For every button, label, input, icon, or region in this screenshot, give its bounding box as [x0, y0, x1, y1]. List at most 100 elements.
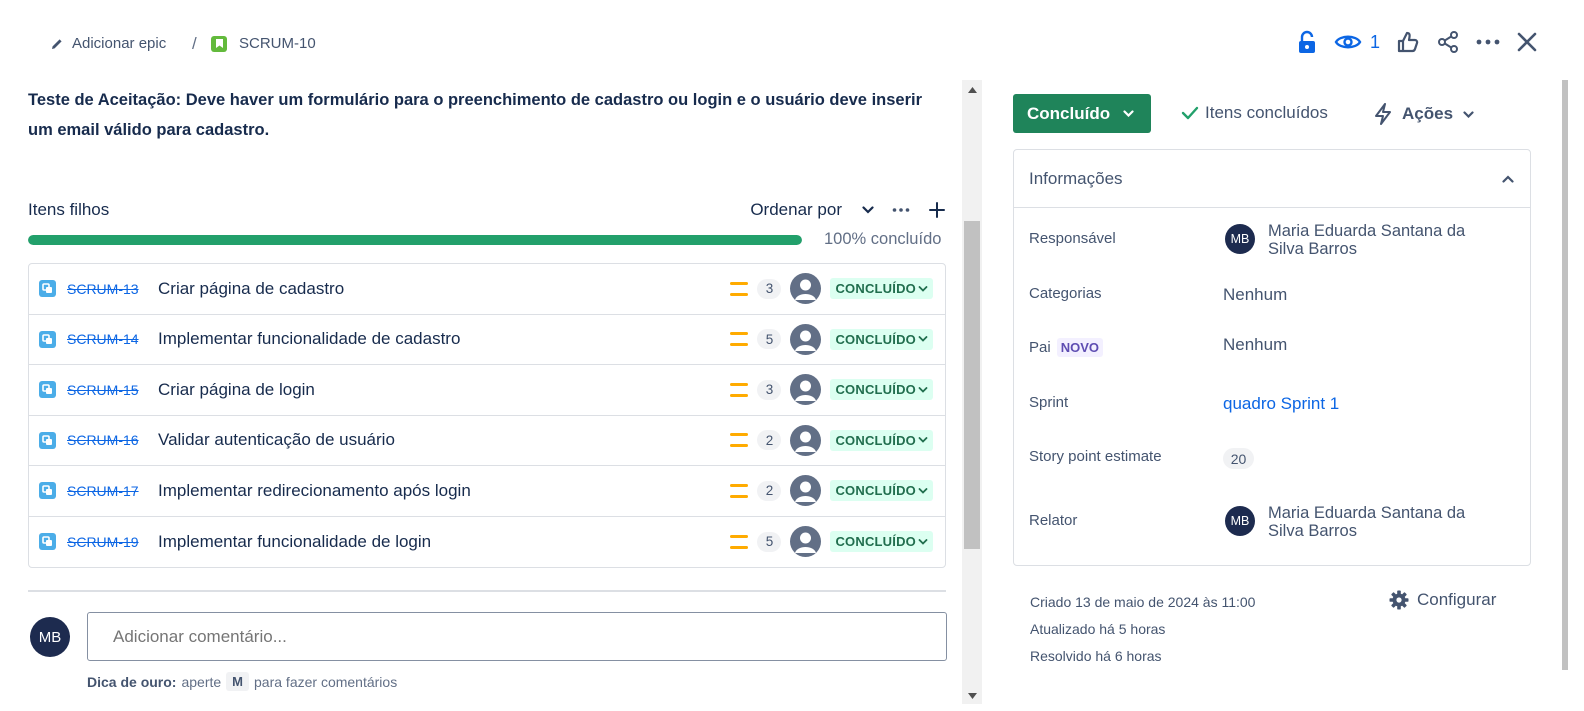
- list-item[interactable]: SCRUM-15 Criar página de login 3 CONCLUÍDO: [29, 365, 945, 416]
- close-button[interactable]: [1516, 31, 1538, 53]
- details-card-header[interactable]: Informações: [1014, 150, 1530, 208]
- breadcrumb-separator: /: [192, 34, 197, 53]
- avatar: MB: [30, 617, 70, 657]
- avatar[interactable]: [790, 323, 822, 355]
- status-lozenge-label: CONCLUÍDO: [835, 281, 916, 297]
- story-points-badge: 5: [757, 531, 782, 552]
- subtask-icon: [39, 381, 56, 399]
- child-issue-summary[interactable]: Implementar funcionalidade de login: [158, 532, 730, 552]
- issue-header: Adicionar epic / SCRUM-10 1: [0, 0, 1584, 80]
- tip-bold: Dica de ouro:: [87, 673, 177, 690]
- done-items-button[interactable]: Itens concluídos: [1181, 103, 1328, 123]
- share-icon: [1438, 31, 1458, 53]
- issue-main-panel: Teste de Aceitação: Deve haver um formul…: [28, 80, 948, 711]
- parent-label: Pai: [1029, 339, 1051, 356]
- close-icon: [1517, 32, 1537, 52]
- story-points-badge: 5: [757, 329, 782, 350]
- subtask-icon: [39, 533, 56, 551]
- chevron-down-icon: [862, 206, 874, 214]
- avatar[interactable]: [790, 273, 822, 305]
- child-issue-key[interactable]: SCRUM-17: [67, 483, 158, 499]
- scroll-thumb[interactable]: [964, 221, 980, 549]
- vote-button[interactable]: [1396, 30, 1420, 54]
- issue-description[interactable]: Teste de Aceitação: Deve haver um formul…: [28, 85, 948, 145]
- status-lozenge[interactable]: CONCLUÍDO: [830, 531, 933, 553]
- sprint-link[interactable]: quadro Sprint 1: [1223, 394, 1339, 414]
- story-points-badge: 2: [757, 480, 782, 501]
- status-lozenge-label: CONCLUÍDO: [835, 483, 916, 499]
- subtask-icon: [39, 280, 56, 298]
- list-item[interactable]: SCRUM-13 Criar página de cadastro 3 CONCLUÍ…: [29, 264, 945, 315]
- more-actions-button[interactable]: [1476, 38, 1500, 46]
- child-issue-summary[interactable]: Implementar redirecionamento após login: [158, 481, 730, 501]
- categories-value[interactable]: Nenhum: [1223, 285, 1287, 305]
- child-issue-summary[interactable]: Implementar funcionalidade de cadastro: [158, 329, 730, 349]
- status-lozenge[interactable]: CONCLUÍDO: [830, 328, 933, 350]
- watch-button[interactable]: 1: [1334, 32, 1380, 53]
- subtask-icon: [39, 482, 56, 500]
- avatar[interactable]: [790, 475, 822, 507]
- sprint-label: Sprint: [1029, 394, 1069, 411]
- reporter-name: Maria Eduarda Santana da Silva Barros: [1268, 504, 1466, 540]
- avatar[interactable]: [790, 526, 822, 558]
- avatar[interactable]: [790, 374, 822, 406]
- child-items-list: SCRUM-13 Criar página de cadastro 3 CONCLUÍ…: [28, 263, 946, 568]
- order-by-button[interactable]: Ordenar por: [750, 200, 874, 220]
- main-scrollbar[interactable]: [962, 80, 982, 704]
- avatar[interactable]: [790, 424, 822, 456]
- child-issue-summary[interactable]: Criar página de login: [158, 380, 730, 400]
- caret-down-icon: [967, 693, 977, 699]
- list-item[interactable]: SCRUM-16 Validar autenticação de usuário 2…: [29, 416, 945, 466]
- eye-icon: [1334, 35, 1362, 49]
- story-points-value[interactable]: 20: [1223, 448, 1254, 469]
- tip-post: para fazer comentários: [254, 673, 398, 690]
- child-progress: 100% concluído: [28, 230, 946, 249]
- status-lozenge[interactable]: CONCLUÍDO: [830, 480, 933, 502]
- chevron-down-icon: [918, 437, 928, 444]
- child-issue-summary[interactable]: Criar página de cadastro: [158, 279, 730, 299]
- status-lozenge[interactable]: CONCLUÍDO: [830, 379, 933, 401]
- comment-input[interactable]: [87, 612, 947, 661]
- child-issue-key[interactable]: SCRUM-19: [67, 534, 158, 550]
- share-button[interactable]: [1436, 30, 1460, 54]
- list-item[interactable]: SCRUM-14 Implementar funcionalidade de ca…: [29, 315, 945, 365]
- parent-field: Pai NOVO: [1029, 338, 1103, 357]
- priority-medium-icon: [730, 534, 749, 549]
- section-divider: [28, 590, 946, 592]
- watch-count: 1: [1369, 31, 1380, 52]
- tip-pre: aperte: [181, 673, 222, 690]
- list-item[interactable]: SCRUM-19 Implementar funcionalidade de lo…: [29, 517, 945, 568]
- scroll-up-button[interactable]: [962, 82, 982, 98]
- child-issue-summary[interactable]: Validar autenticação de usuário: [158, 430, 730, 450]
- child-issue-key[interactable]: SCRUM-15: [67, 382, 158, 398]
- scroll-down-button[interactable]: [962, 688, 982, 704]
- actions-dropdown[interactable]: Ações: [1374, 103, 1474, 125]
- child-items-more-button[interactable]: [892, 207, 910, 213]
- parent-value[interactable]: Nenhum: [1223, 335, 1287, 355]
- add-child-button[interactable]: [928, 201, 946, 219]
- comment-tip: Dica de ouro: aperte M para fazer coment…: [87, 672, 397, 691]
- assignee-value[interactable]: MB Maria Eduarda Santana da Silva Barros: [1225, 222, 1488, 258]
- restrictions-button[interactable]: [1296, 30, 1318, 54]
- gear-icon: [1389, 590, 1409, 610]
- sidebar-scrollbar[interactable]: [1562, 80, 1568, 670]
- list-item[interactable]: SCRUM-17 Implementar redirecionamento apó…: [29, 466, 945, 517]
- status-lozenge[interactable]: CONCLUÍDO: [830, 429, 933, 451]
- child-items-header: Itens filhos Ordenar por: [28, 198, 946, 222]
- assignee-label: Responsável: [1029, 230, 1116, 247]
- status-lozenge[interactable]: CONCLUÍDO: [830, 278, 933, 300]
- reporter-label: Relator: [1029, 512, 1078, 529]
- child-items-tools: Ordenar por: [750, 200, 946, 220]
- configure-button[interactable]: Configurar: [1389, 590, 1496, 610]
- status-dropdown[interactable]: Concluído: [1013, 94, 1151, 133]
- progress-fill: [28, 234, 802, 245]
- add-epic-link[interactable]: Adicionar epic: [50, 35, 166, 52]
- child-issue-key[interactable]: SCRUM-13: [67, 281, 158, 297]
- child-issue-key[interactable]: SCRUM-16: [67, 432, 158, 448]
- issue-key-link[interactable]: SCRUM-10: [211, 35, 316, 52]
- child-items-title: Itens filhos: [28, 200, 110, 219]
- chevron-down-icon: [918, 285, 928, 292]
- child-issue-key[interactable]: SCRUM-14: [67, 331, 158, 347]
- subtask-icon: [39, 330, 56, 348]
- reporter-value[interactable]: MB Maria Eduarda Santana da Silva Barros: [1225, 504, 1488, 540]
